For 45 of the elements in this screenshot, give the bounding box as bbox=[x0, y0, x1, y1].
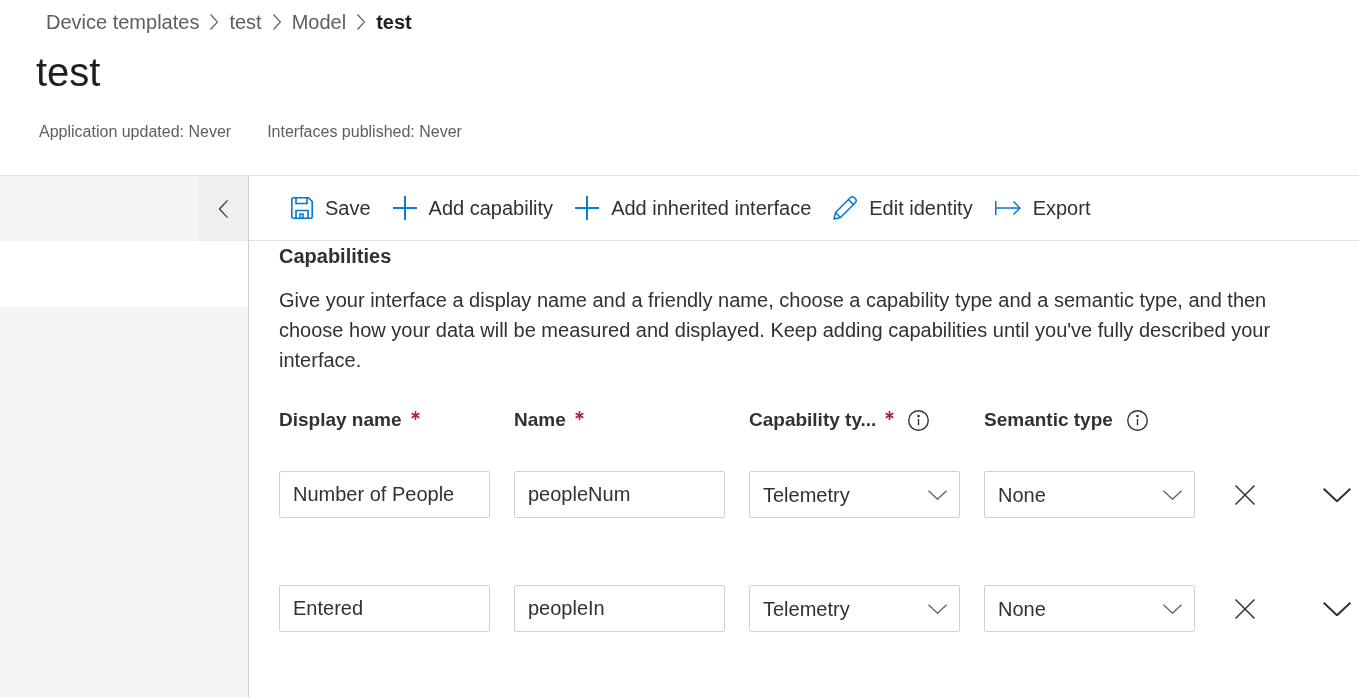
chevron-down-icon bbox=[1163, 489, 1182, 500]
breadcrumb-link[interactable]: test bbox=[229, 7, 262, 37]
name-field[interactable]: peopleIn bbox=[514, 585, 725, 632]
plus-icon bbox=[392, 196, 417, 220]
column-header: Capability ty... bbox=[749, 407, 877, 432]
chevron-down-icon bbox=[928, 603, 947, 614]
close-icon bbox=[1235, 598, 1255, 619]
arrow-from-line-icon bbox=[994, 200, 1021, 216]
semantic-type-dropdown[interactable]: None bbox=[984, 585, 1195, 632]
chevron-right-icon bbox=[272, 14, 281, 30]
description-text: Give your interface a display name and a friendly name, choose a capability type and a semantic type, and then choose how your data will be measured and displayed. Keep adding capabilities until you've fully described your interface. bbox=[279, 288, 1272, 373]
page-title: test bbox=[36, 51, 101, 93]
save-icon bbox=[291, 197, 313, 219]
status-text: Interfaces published: Never bbox=[267, 122, 462, 142]
status-text: Application updated: Never bbox=[39, 122, 232, 142]
display-name-field[interactable]: Entered bbox=[279, 585, 490, 632]
chevron-left-icon bbox=[218, 199, 228, 218]
capability-type-dropdown[interactable]: Telemetry bbox=[749, 471, 960, 518]
chevron-right-icon bbox=[210, 14, 219, 30]
chevron-right-icon bbox=[357, 14, 366, 30]
toolbar-button[interactable]: Add capability bbox=[392, 193, 554, 223]
breadcrumb-link[interactable]: Device templates bbox=[46, 7, 200, 37]
display-name-field[interactable]: Number of People bbox=[279, 471, 490, 518]
info-icon[interactable] bbox=[1126, 409, 1148, 431]
plus-icon bbox=[575, 196, 600, 220]
toolbar-button[interactable]: Save bbox=[291, 193, 371, 223]
name-field[interactable]: peopleNum bbox=[514, 471, 725, 518]
toolbar-button[interactable]: Add inherited interface bbox=[575, 193, 812, 223]
chevron-down-icon bbox=[928, 489, 947, 500]
toolbar-button[interactable]: Export bbox=[994, 193, 1091, 223]
column-header: Name bbox=[514, 407, 566, 432]
column-header: Display name bbox=[279, 407, 402, 432]
semantic-type-dropdown[interactable]: None bbox=[984, 471, 1195, 518]
column-header: Semantic type bbox=[984, 407, 1113, 432]
chevron-down-icon bbox=[1163, 603, 1182, 614]
pencil-icon bbox=[833, 196, 858, 220]
close-icon bbox=[1235, 484, 1255, 505]
toolbar-button[interactable]: Edit identity bbox=[833, 193, 973, 223]
breadcrumb-link[interactable]: test bbox=[376, 7, 412, 37]
breadcrumb-link[interactable]: Model bbox=[291, 7, 347, 37]
info-icon[interactable] bbox=[908, 409, 930, 431]
chevron-down-icon bbox=[1323, 601, 1351, 616]
capability-type-dropdown[interactable]: Telemetry bbox=[749, 585, 960, 632]
section-heading: Capabilities bbox=[279, 244, 392, 269]
chevron-down-icon bbox=[1323, 487, 1351, 502]
